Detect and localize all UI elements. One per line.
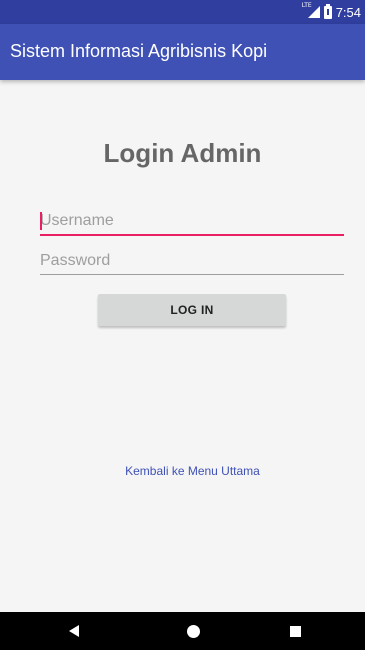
- lte-signal-icon: LTE: [302, 2, 320, 20]
- back-icon: [69, 625, 79, 637]
- home-icon: [186, 624, 200, 638]
- page-title: Login Admin: [103, 138, 262, 168]
- status-icons: LTE 7:54: [302, 2, 361, 20]
- signal-icon: [307, 6, 320, 18]
- app-title: Sistem Informasi Agribisnis Kopi: [10, 41, 268, 61]
- app-bar: Sistem Informasi Agribisnis Kopi: [0, 24, 365, 80]
- nav-home-button[interactable]: [173, 612, 213, 650]
- username-field[interactable]: [40, 208, 344, 236]
- password-field[interactable]: [40, 248, 344, 275]
- status-bar: LTE 7:54: [0, 0, 365, 24]
- battery-icon: [323, 3, 332, 19]
- recents-icon: [289, 625, 301, 637]
- back-to-main-menu-link[interactable]: Kembali ke Menu Uttama: [0, 464, 365, 478]
- nav-recents-button[interactable]: [275, 612, 315, 650]
- login-button[interactable]: LOG IN: [98, 294, 286, 326]
- nav-back-button[interactable]: [54, 612, 94, 650]
- text-cursor: [40, 212, 42, 230]
- navigation-bar: [0, 612, 365, 650]
- status-time: 7:54: [335, 4, 361, 20]
